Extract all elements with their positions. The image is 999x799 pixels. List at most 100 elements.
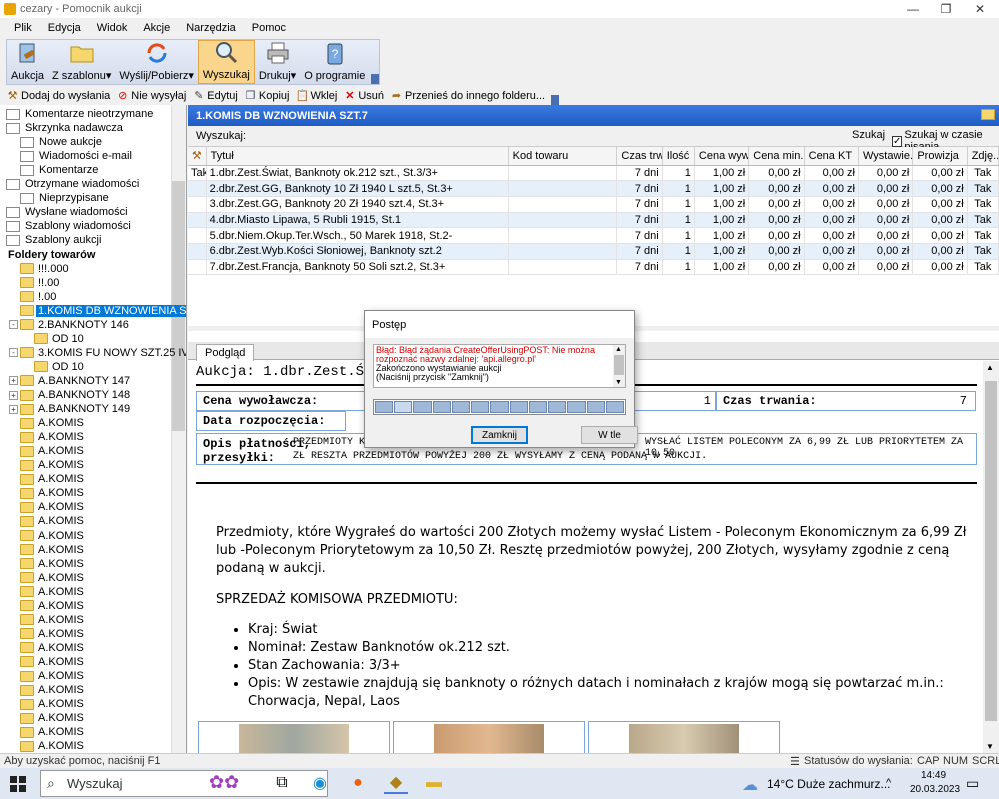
tree-item[interactable]: Szablony aukcji bbox=[6, 233, 103, 247]
scroll-down-icon[interactable]: ▼ bbox=[615, 378, 622, 387]
minimize-icon[interactable]: — bbox=[896, 0, 930, 18]
tree-item[interactable]: A.KOMIS bbox=[20, 739, 86, 753]
collapse-icon[interactable]: - bbox=[9, 320, 18, 330]
sidebar-scrollbar[interactable] bbox=[171, 105, 186, 753]
tree-item[interactable]: Nowe aukcje bbox=[20, 135, 104, 149]
tree-item[interactable]: Komentarze bbox=[20, 163, 100, 177]
close-dialog-button[interactable]: Zamknij bbox=[471, 426, 528, 444]
scroll-up-icon[interactable]: ▲ bbox=[986, 363, 994, 372]
tree-item[interactable]: !!!.000 bbox=[20, 262, 71, 276]
tree-item[interactable]: A.KOMIS bbox=[20, 627, 86, 641]
firefox-icon[interactable]: ● bbox=[346, 772, 370, 794]
folder-icon[interactable] bbox=[981, 109, 995, 120]
tree-item[interactable]: Wysłane wiadomości bbox=[6, 205, 130, 219]
tree-item[interactable]: + A.BANKNOTY 147 bbox=[9, 374, 132, 388]
search-submit-button[interactable]: Szukaj bbox=[852, 129, 885, 141]
tree-item[interactable]: A.KOMIS bbox=[20, 711, 86, 725]
task-view-icon[interactable]: ⧉ bbox=[270, 772, 294, 794]
tree-item[interactable]: Skrzynka nadawcza bbox=[6, 121, 125, 135]
restore-icon[interactable]: ❐ bbox=[929, 0, 963, 18]
menu-akcje[interactable]: Akcje bbox=[135, 22, 178, 34]
menu-narzedzia[interactable]: Narzędzia bbox=[178, 22, 244, 34]
move-folder-button[interactable]: ➦ Przenieś do innego folderu... bbox=[388, 90, 549, 103]
tree-item[interactable]: A.KOMIS bbox=[20, 486, 86, 500]
scroll-up-icon[interactable]: ▲ bbox=[615, 345, 622, 354]
edit-button[interactable]: ✎ Edytuj bbox=[190, 90, 242, 103]
delete-button[interactable]: ✕ Usuń bbox=[341, 90, 388, 103]
tree-item[interactable]: !.00 bbox=[20, 290, 58, 304]
table-row[interactable]: Tak1.dbr.Zest.Świat, Banknoty ok.212 szt… bbox=[188, 165, 999, 182]
tree-item[interactable]: Foldery towarów bbox=[6, 248, 97, 262]
from-template-button[interactable]: Z szablonu▾ bbox=[48, 40, 115, 84]
menu-edycja[interactable]: Edycja bbox=[40, 22, 89, 34]
paste-button[interactable]: 📋 Wklej bbox=[293, 90, 341, 103]
tree-item[interactable]: A.KOMIS bbox=[20, 585, 86, 599]
column-duration[interactable]: Czas trw... bbox=[616, 147, 663, 166]
photo-thumbnail[interactable] bbox=[198, 721, 390, 753]
expand-icon[interactable]: + bbox=[9, 404, 18, 414]
tree-item[interactable]: Wiadomości e-mail bbox=[20, 149, 134, 163]
column-photos[interactable]: Zdję... bbox=[967, 147, 999, 166]
tree-item[interactable]: Otrzymane wiadomości bbox=[6, 177, 141, 191]
tree-item[interactable]: + A.BANKNOTY 148 bbox=[9, 388, 132, 402]
collapse-icon[interactable]: - bbox=[9, 348, 18, 358]
tree-item[interactable]: A.KOMIS bbox=[20, 725, 86, 739]
print-button[interactable]: Drukuj▾ bbox=[255, 40, 300, 84]
tab-preview[interactable]: Podgląd bbox=[196, 344, 255, 361]
menu-plik[interactable]: Plik bbox=[6, 22, 40, 34]
tree-item[interactable]: Komentarze nieotrzymane bbox=[6, 107, 155, 121]
dialog-log-scrollbar[interactable]: ▲ ▼ bbox=[613, 345, 625, 387]
column-status-icon[interactable]: ⚒ bbox=[188, 147, 207, 166]
table-row[interactable]: 2.dbr.Zest.GG, Banknoty 10 Zł 1940 L szt… bbox=[188, 180, 999, 197]
expand-icon[interactable]: + bbox=[9, 390, 18, 400]
auction-button[interactable]: Aukcja bbox=[7, 40, 48, 84]
tree-item[interactable]: !!.00 bbox=[20, 276, 61, 290]
table-row[interactable]: 5.dbr.Niem.Okup.Ter.Wsch., 50 Marek 1918… bbox=[188, 227, 999, 244]
tree-item[interactable]: + A.BANKNOTY 149 bbox=[9, 402, 132, 416]
dialog-scroll-thumb[interactable] bbox=[614, 355, 624, 375]
tree-item[interactable]: A.KOMIS bbox=[20, 514, 86, 528]
tree-item[interactable]: A.KOMIS bbox=[20, 655, 86, 669]
scroll-down-icon[interactable]: ▼ bbox=[986, 742, 994, 751]
table-row[interactable]: 4.dbr.Miasto Lipawa, 5 Rubli 1915, St.1 7… bbox=[188, 212, 999, 229]
tray-chevron-icon[interactable]: ^ bbox=[886, 777, 891, 789]
tree-item[interactable]: - 2.BANKNOTY 146 bbox=[9, 318, 131, 332]
tree-item[interactable]: A.KOMIS bbox=[20, 683, 86, 697]
clock-time[interactable]: 14:49 bbox=[921, 770, 946, 781]
column-start-price[interactable]: Cena wyw. bbox=[694, 147, 750, 166]
tree-item[interactable]: A.KOMIS bbox=[20, 543, 86, 557]
tree-item[interactable]: A.KOMIS bbox=[20, 444, 86, 458]
notifications-icon[interactable]: ▭ bbox=[966, 775, 979, 792]
tree-item[interactable]: A.KOMIS bbox=[20, 557, 86, 571]
copy-button[interactable]: ❐ Kopiuj bbox=[242, 90, 294, 103]
background-button[interactable]: W tle bbox=[581, 426, 638, 444]
close-icon[interactable]: ✕ bbox=[963, 0, 997, 18]
table-row[interactable]: 3.dbr.Zest.GG, Banknoty 20 Zł 1940 szt.4… bbox=[188, 196, 999, 213]
file-explorer-icon[interactable]: ▬ bbox=[422, 772, 446, 794]
tree-item[interactable]: Szablony wiadomości bbox=[6, 219, 133, 233]
photo-thumbnail[interactable] bbox=[393, 721, 585, 753]
tree-item[interactable]: - 3.KOMIS FU NOWY SZT.25 IV bbox=[9, 346, 186, 360]
tree-item[interactable]: OD 10 bbox=[34, 332, 86, 346]
photo-thumbnail[interactable] bbox=[588, 721, 780, 753]
tree-item[interactable]: A.KOMIS bbox=[20, 458, 86, 472]
tree-item[interactable]: A.KOMIS bbox=[20, 500, 86, 514]
column-kt-price[interactable]: Cena KT bbox=[804, 147, 859, 166]
tree-item[interactable]: A.KOMIS bbox=[20, 571, 86, 585]
about-button[interactable]: ? O programie bbox=[300, 40, 369, 84]
tree-item[interactable]: A.KOMIS bbox=[20, 669, 86, 683]
tree-item[interactable]: 1.KOMIS DB WZNOWIENIA SZT.7 bbox=[20, 304, 186, 318]
menu-widok[interactable]: Widok bbox=[89, 22, 136, 34]
tree-item[interactable]: OD 10 bbox=[34, 360, 86, 374]
menu-pomoc[interactable]: Pomoc bbox=[244, 22, 294, 34]
tree-item[interactable]: A.KOMIS bbox=[20, 697, 86, 711]
column-quantity[interactable]: Ilość bbox=[662, 147, 695, 166]
weather-text[interactable]: 14°C Duże zachmurz... bbox=[767, 777, 891, 791]
column-code[interactable]: Kod towaru bbox=[508, 147, 618, 166]
column-commission[interactable]: Prowizja bbox=[912, 147, 968, 166]
send-receive-button[interactable]: Wyślij/Pobierz▾ bbox=[115, 40, 198, 84]
preview-scroll-thumb[interactable] bbox=[985, 381, 997, 721]
tree-item[interactable]: A.KOMIS bbox=[20, 416, 86, 430]
search-input[interactable] bbox=[248, 129, 848, 144]
column-listing-fee[interactable]: Wystawie... bbox=[858, 147, 914, 166]
